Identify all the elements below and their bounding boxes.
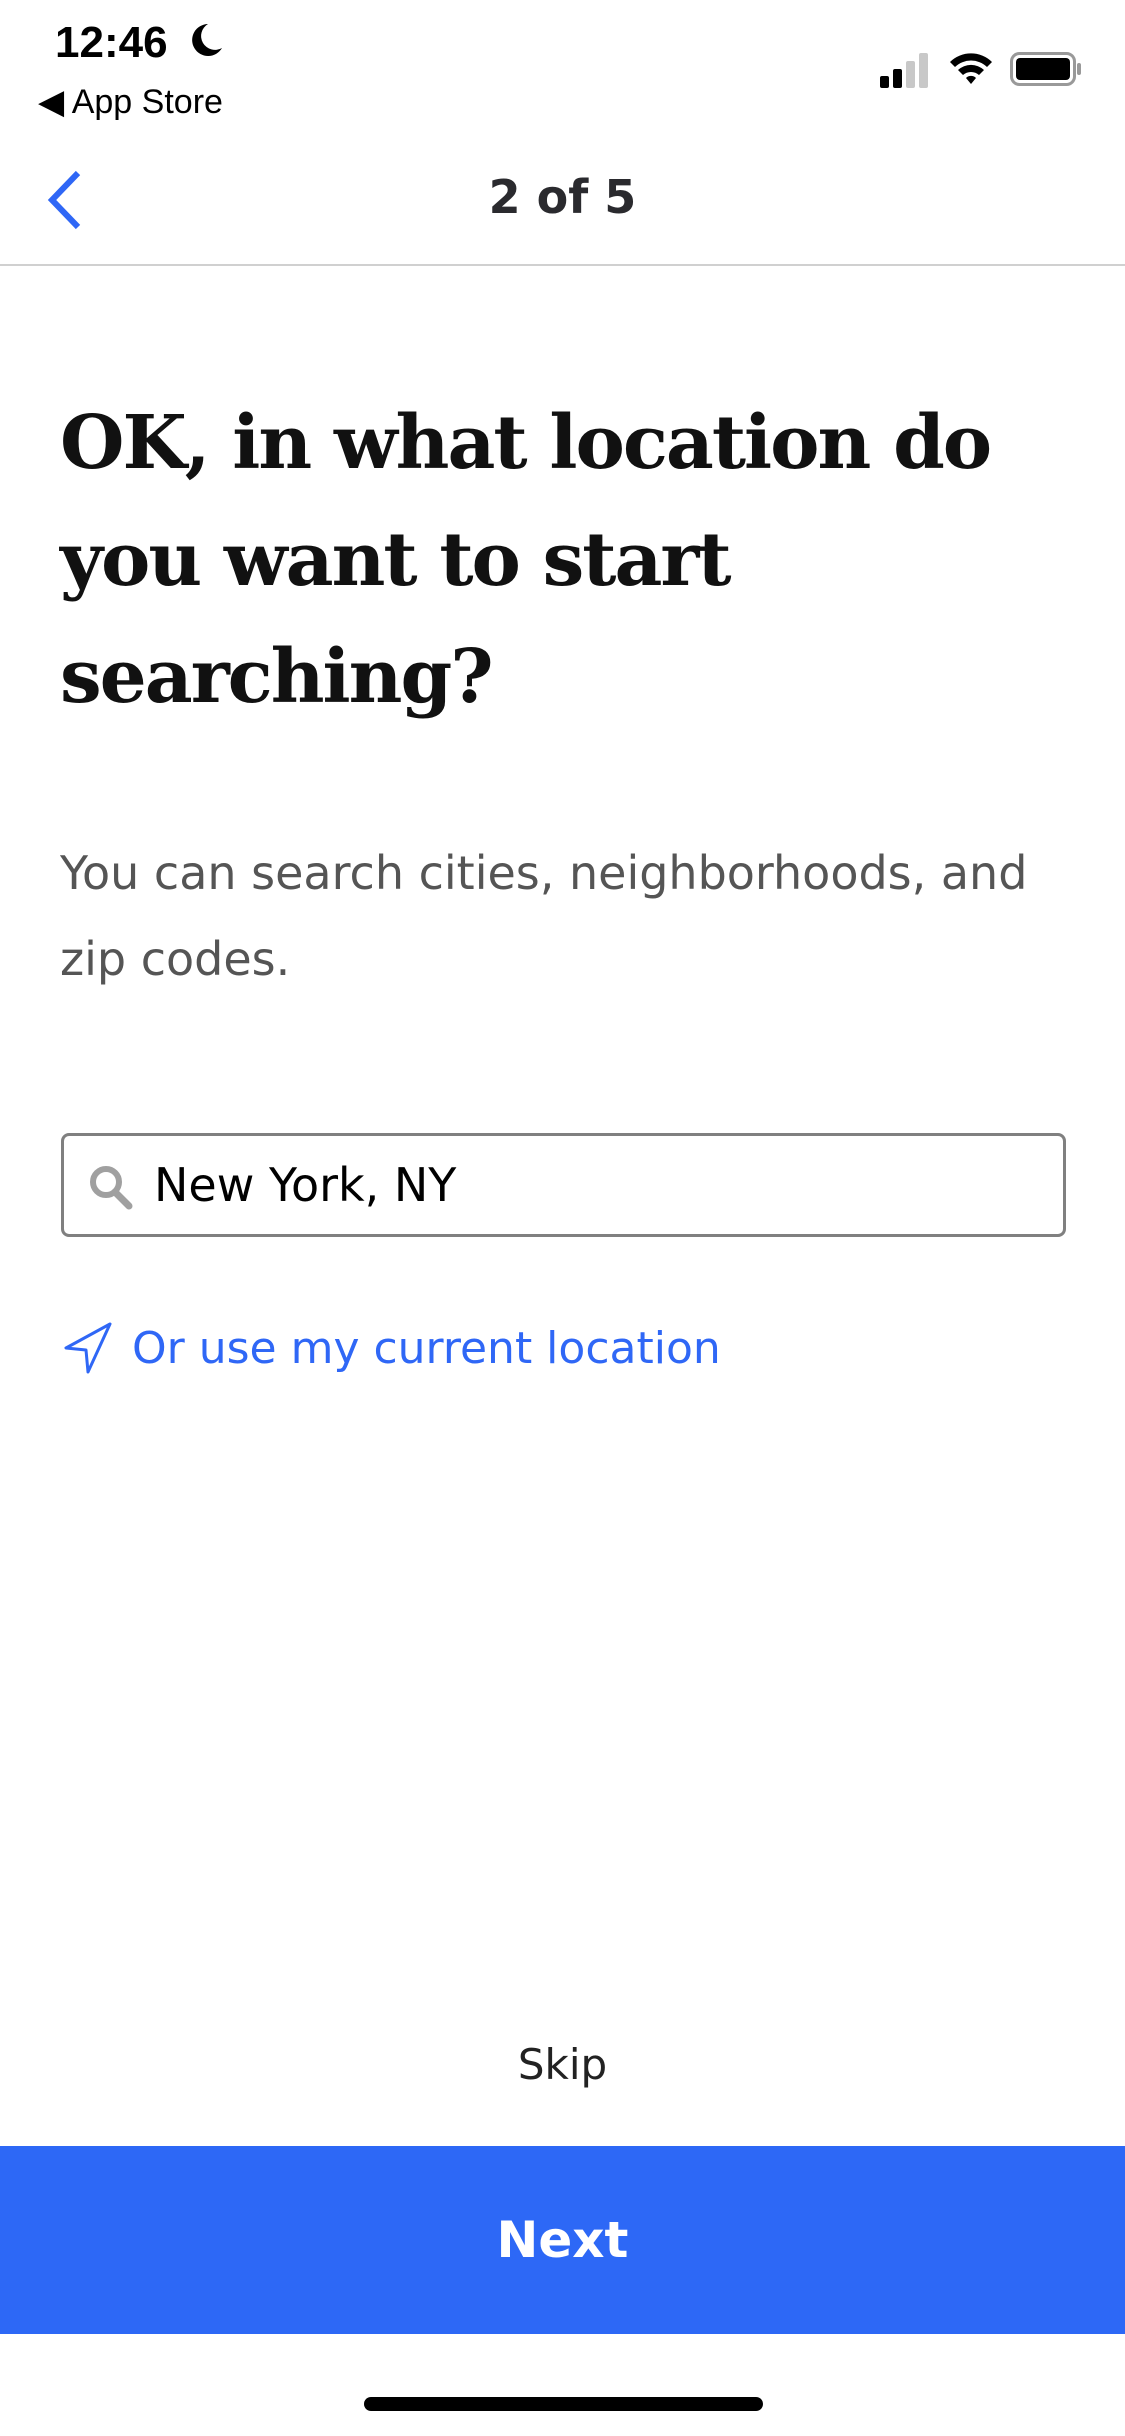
location-search-field[interactable] [61,1133,1066,1237]
page-title: OK, in what location do you want to star… [60,400,992,720]
use-current-location-link[interactable]: Or use my current location [62,1320,721,1376]
step-indicator: 2 of 5 [488,170,637,224]
next-button[interactable]: Next [0,2146,1125,2334]
wifi-icon [950,53,992,84]
signal-icon [880,53,928,88]
page-subtitle: You can search cities, neighborhoods, an… [60,846,1028,986]
skip-button[interactable]: Skip [0,2040,1125,2089]
use-current-location-label: Or use my current location [132,1322,721,1374]
location-arrow-icon [64,1322,112,1374]
search-icon [90,1166,133,1210]
status-time: 12:46 [55,18,168,67]
location-search-input[interactable] [154,1136,1034,1234]
moon-icon [192,24,222,56]
battery-icon [1010,52,1081,86]
home-indicator [364,2397,763,2411]
back-to-app-store[interactable]: ◀ App Store [38,82,223,122]
